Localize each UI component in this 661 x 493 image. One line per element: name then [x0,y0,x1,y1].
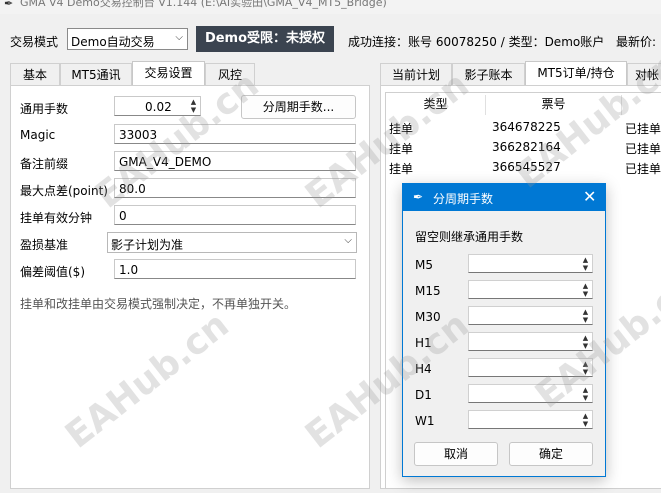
period-lots-dialog: ✒ 分周期手数 ✕ 留空则继承通用手数 M5 ▲ ▼ M15 ▲ ▼ M30 ▲… [402,183,606,477]
pending-label: 挂单有效分钟 [20,211,93,225]
period-input-h4[interactable]: ▲ ▼ [468,358,593,377]
prefix-label: 备注前缀 [20,157,69,171]
deviation-input[interactable]: 1.0 [114,259,356,279]
spin-down-icon[interactable]: ▼ [580,316,591,324]
tab-basic[interactable]: 基本 [10,63,60,85]
license-badge: Demo受限：未授权 [196,26,334,52]
chevron-down-icon: ⌵ [344,235,352,246]
period-input-w1[interactable]: ▲ ▼ [468,410,593,429]
spin-up-icon[interactable]: ▲ [580,412,591,420]
dialog-title-bar[interactable]: ✒ 分周期手数 ✕ [403,184,605,211]
spin-up-icon[interactable]: ▲ [580,360,591,368]
pnl-label: 盈损基准 [20,238,69,252]
col-ticket-header[interactable]: 票号 [486,95,622,115]
row-ticket: 364678225 [492,120,561,134]
tab-mt5-orders[interactable]: MT5订单/持仓 [525,61,627,85]
table-row[interactable]: 挂单 364678225 已挂单 [386,117,661,137]
pnl-value: 影子计划为准 [111,238,184,252]
period-label-h1: H1 [415,336,432,350]
trade-settings-panel [10,85,370,489]
period-label-w1: W1 [415,414,435,428]
lot-stepper[interactable]: 0.02 ▲ ▼ [114,96,201,116]
prefix-input[interactable]: GMA_V4_DEMO [114,151,356,171]
ok-button[interactable]: 确定 [509,442,593,466]
deviation-label: 偏差阈值($) [20,265,85,279]
spin-up-icon[interactable]: ▲ [188,98,199,106]
deviation-value: 1.0 [119,263,139,277]
row-type: 挂单 [389,122,414,136]
period-lots-button[interactable]: 分周期手数... [241,95,356,119]
table-row[interactable]: 挂单 366545527 已挂单 [386,157,661,177]
spin-up-icon[interactable]: ▲ [580,386,591,394]
col-state-header[interactable] [622,95,661,115]
connection-status: 成功连接：账号 60078250 / 类型：Demo账户 [348,35,605,49]
magic-input[interactable]: 33003 [114,124,356,144]
period-label-d1: D1 [415,388,432,402]
row-state: 已挂单 [625,122,661,136]
mode-label: 交易模式 [10,35,59,49]
magic-value: 33003 [119,128,158,142]
mode-note: 挂单和改挂单由交易模式强制决定，不再单独开关。 [20,297,297,311]
mode-select[interactable]: Demo自动交易 ⌵ [67,28,188,50]
spin-down-icon[interactable]: ▼ [580,368,591,376]
feather-icon: ✒ [413,190,424,204]
tab-mt5-comm[interactable]: MT5通讯 [60,63,132,85]
prefix-value: GMA_V4_DEMO [119,155,212,169]
lot-value: 0.02 [145,100,172,114]
spin-down-icon[interactable]: ▼ [580,420,591,428]
cancel-button[interactable]: 取消 [414,442,498,466]
spin-down-icon[interactable]: ▼ [580,394,591,402]
period-input-m5[interactable]: ▲ ▼ [468,254,593,273]
row-state: 已挂单 [625,162,661,176]
slippage-label: 最大点差(point) [20,184,108,198]
period-input-d1[interactable]: ▲ ▼ [468,384,593,403]
close-icon[interactable]: ✕ [583,187,596,206]
period-input-m15[interactable]: ▲ ▼ [468,280,593,299]
window-title: GMA V4 Demo交易控制台 V1.144 (E:\AI实验田\GMA_V4… [20,0,387,9]
pending-value: 0 [119,209,127,223]
tab-shadow-ledger[interactable]: 影子账本 [452,63,525,85]
dialog-title: 分周期手数 [433,192,494,206]
slippage-value: 80.0 [119,182,146,196]
period-input-m30[interactable]: ▲ ▼ [468,306,593,325]
spin-down-icon[interactable]: ▼ [580,264,591,272]
spin-up-icon[interactable]: ▲ [580,308,591,316]
col-type-header[interactable]: 类型 [386,95,486,115]
spin-up-icon[interactable]: ▲ [580,334,591,342]
row-ticket: 366282164 [492,140,561,154]
row-ticket: 366545527 [492,160,561,174]
tab-current-plan[interactable]: 当前计划 [380,63,452,85]
spin-down-icon[interactable]: ▼ [188,106,199,114]
period-label-m15: M15 [415,284,441,298]
spin-up-icon[interactable]: ▲ [580,256,591,264]
row-state: 已挂单 [625,142,661,156]
dialog-hint: 留空则继承通用手数 [415,230,524,244]
row-type: 挂单 [389,162,414,176]
period-label-m5: M5 [415,258,433,272]
lot-label: 通用手数 [20,102,69,116]
slippage-input[interactable]: 80.0 [114,178,356,198]
spin-up-icon[interactable]: ▲ [580,282,591,290]
pnl-select[interactable]: 影子计划为准 ⌵ [107,232,357,253]
tab-trade-settings[interactable]: 交易设置 [132,61,205,85]
tab-risk[interactable]: 风控 [205,63,255,85]
latest-price-label: 最新价: [616,35,657,49]
pending-input[interactable]: 0 [114,205,356,225]
title-bar: ✒ GMA V4 Demo交易控制台 V1.144 (E:\AI实验田\GMA_… [0,0,661,14]
period-input-h1[interactable]: ▲ ▼ [468,332,593,351]
feather-icon: ✒ [4,0,14,10]
period-label-h4: H4 [415,362,432,376]
period-label-m30: M30 [415,310,441,324]
magic-label: Magic [20,128,56,142]
mode-value: Demo自动交易 [71,35,155,49]
row-type: 挂单 [389,142,414,156]
tab-reconcile[interactable]: 对帐 [627,63,661,85]
spin-down-icon[interactable]: ▼ [580,342,591,350]
spin-down-icon[interactable]: ▼ [580,290,591,298]
chevron-down-icon: ⌵ [175,32,183,43]
table-row[interactable]: 挂单 366282164 已挂单 [386,137,661,157]
